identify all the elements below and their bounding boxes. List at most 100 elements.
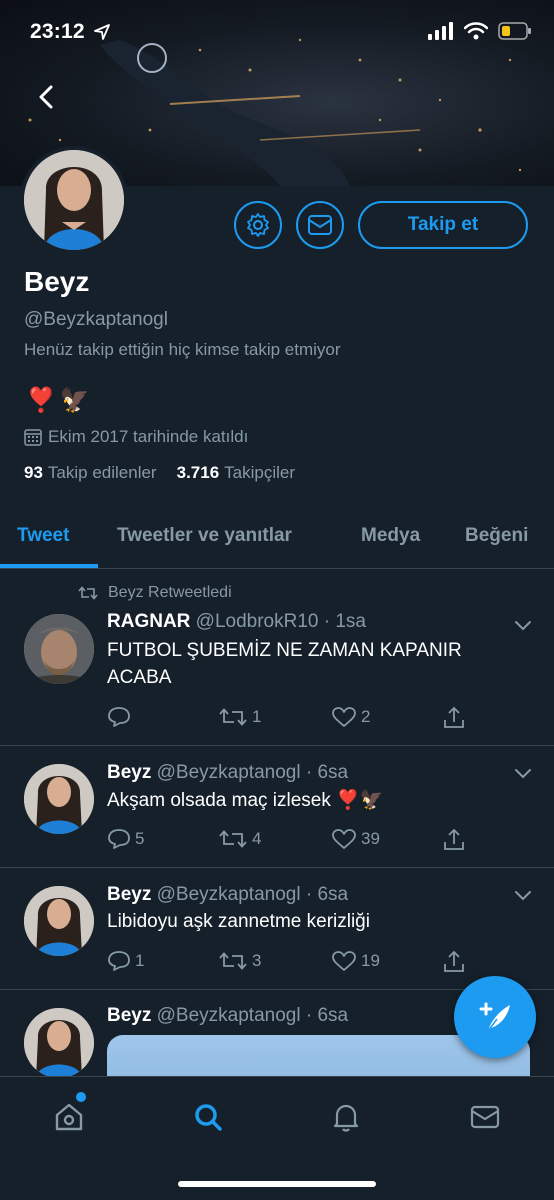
nav-home[interactable] — [49, 1097, 89, 1137]
status-bar: 23:12 — [0, 0, 554, 66]
following-count: 93 — [24, 463, 43, 482]
home-indicator — [178, 1181, 376, 1187]
signal-icon — [428, 22, 453, 40]
bio-emoji-eagle: 🦅 — [59, 387, 90, 414]
chevron-down-icon[interactable] — [514, 620, 532, 632]
tweet-avatar[interactable] — [24, 1008, 94, 1078]
back-button[interactable] — [32, 82, 62, 112]
reply-button[interactable]: 1 — [107, 950, 144, 972]
tweet-handle-time: @Beyzkaptanogl · 6sa — [156, 1005, 349, 1026]
tab-tweet[interactable]: Tweet — [17, 525, 69, 547]
tweet-avatar[interactable] — [24, 764, 94, 834]
joined-date: Ekim 2017 tarihinde katıldı — [24, 427, 248, 447]
share-button[interactable] — [443, 706, 465, 730]
envelope-icon — [470, 1105, 500, 1129]
share-button[interactable] — [443, 828, 465, 852]
tab-tweets-and-replies[interactable]: Tweetler ve yanıtlar — [117, 525, 292, 547]
retweet-icon — [219, 952, 247, 970]
reply-icon — [108, 707, 130, 727]
home-icon — [55, 1103, 83, 1131]
tweet-avatar[interactable] — [24, 886, 94, 956]
nav-search[interactable] — [188, 1097, 228, 1137]
like-button[interactable]: 2 — [331, 706, 370, 728]
following-link[interactable]: 93 Takip edilenler — [24, 463, 157, 483]
tweet-header: Beyz @Beyzkaptanogl · 6sa — [107, 884, 348, 906]
retweet-icon — [78, 586, 98, 600]
like-button[interactable]: 19 — [331, 950, 380, 972]
tweet-header: Beyz @Beyzkaptanogl · 6sa — [107, 762, 348, 784]
tweet-handle-time: @Beyzkaptanogl · 6sa — [156, 762, 349, 783]
heart-icon — [332, 829, 356, 849]
tweet-author: RAGNAR — [107, 611, 191, 632]
chevron-down-icon[interactable] — [514, 768, 532, 780]
chevron-down-icon[interactable] — [514, 890, 532, 902]
wifi-icon — [464, 22, 488, 40]
retweet-icon — [219, 830, 247, 848]
tweet-handle-time: @LodbrokR10 · 1sa — [195, 611, 366, 632]
battery-icon — [498, 22, 531, 40]
followers-link[interactable]: 3.716 Takipçiler — [177, 463, 295, 483]
status-time: 23:12 — [30, 20, 85, 43]
tweet-handle-time: @Beyzkaptanogl · 6sa — [156, 884, 349, 905]
retweet-button[interactable]: 4 — [218, 828, 261, 850]
profile-handle: @Beyzkaptanogl — [24, 309, 168, 330]
profile-bio: ❣️ 🦅 — [26, 386, 90, 415]
share-icon — [444, 950, 464, 972]
like-count: 19 — [361, 951, 380, 970]
message-button[interactable] — [296, 201, 344, 249]
heart-icon — [332, 951, 356, 971]
joined-text: Ekim 2017 tarihinde katıldı — [48, 427, 249, 446]
tweet-text: FUTBOL ŞUBEMİZ NE ZAMAN KAPANIR ACABA — [107, 640, 462, 688]
chevron-left-icon — [39, 85, 53, 109]
follow-button[interactable]: Takip et — [358, 201, 528, 249]
status-indicators — [428, 22, 532, 40]
share-button[interactable] — [443, 950, 465, 974]
retweet-count: 3 — [252, 951, 262, 970]
nav-notifications[interactable] — [326, 1097, 366, 1137]
tweet-text: Akşam olsada maç izlesek ❣️🦅 — [107, 790, 384, 811]
profile-name: Beyz — [24, 266, 90, 297]
heart-icon — [332, 707, 356, 727]
reply-icon — [108, 951, 130, 971]
settings-button[interactable] — [234, 201, 282, 249]
share-icon — [444, 828, 464, 850]
retweet-count: 4 — [252, 829, 262, 848]
tweet-author: Beyz — [107, 1005, 152, 1026]
tweet-item[interactable]: Beyz @Beyzkaptanogl · 6sa Libidoyu aşk z… — [0, 868, 554, 990]
new-content-dot — [76, 1092, 86, 1102]
tweet-author: Beyz — [107, 884, 152, 905]
followed-by-text: Henüz takip ettiğin hiç kimse takip etmi… — [24, 340, 341, 359]
bell-icon — [333, 1104, 359, 1132]
follow-counts: 93 Takip edilenler 3.716 Takipçiler — [24, 463, 295, 483]
avatar-photo — [24, 1008, 94, 1078]
reply-button[interactable] — [107, 706, 135, 728]
tweet-item[interactable]: Beyz Retweetledi RAGNAR @LodbrokR10 · 1s… — [0, 570, 554, 746]
avatar-photo — [24, 886, 94, 956]
followers-label: Takipçiler — [224, 463, 296, 482]
nav-messages[interactable] — [465, 1097, 505, 1137]
share-icon — [444, 706, 464, 728]
tweet-header: Beyz @Beyzkaptanogl · 6sa — [107, 1005, 348, 1027]
reply-button[interactable]: 5 — [107, 828, 144, 850]
tweet-item[interactable]: Beyz @Beyzkaptanogl · 6sa Akşam olsada m… — [0, 746, 554, 868]
retweet-button[interactable]: 1 — [218, 706, 261, 728]
tweet-avatar[interactable] — [24, 614, 94, 684]
retweet-label: Beyz Retweetledi — [108, 584, 232, 601]
reply-count: 1 — [135, 951, 145, 970]
bio-emoji-heart: ❣️ — [26, 387, 56, 414]
like-button[interactable]: 39 — [331, 828, 380, 850]
reply-count: 5 — [135, 829, 145, 848]
compose-tweet-button[interactable] — [454, 976, 536, 1058]
tweet-text: Libidoyu aşk zannetme kerizliği — [107, 911, 370, 932]
compose-feather-icon — [479, 1002, 510, 1032]
retweet-button[interactable]: 3 — [218, 950, 261, 972]
tab-likes[interactable]: Beğeni — [465, 525, 528, 547]
profile-avatar[interactable] — [20, 146, 128, 254]
tweet-header: RAGNAR @LodbrokR10 · 1sa — [107, 611, 366, 633]
tab-media[interactable]: Medya — [361, 525, 420, 547]
like-count: 2 — [361, 707, 371, 726]
active-tab-indicator — [0, 564, 98, 568]
tweet-actions: 5 4 39 — [107, 828, 467, 854]
location-arrow-icon — [94, 24, 110, 40]
avatar-photo — [24, 614, 94, 684]
